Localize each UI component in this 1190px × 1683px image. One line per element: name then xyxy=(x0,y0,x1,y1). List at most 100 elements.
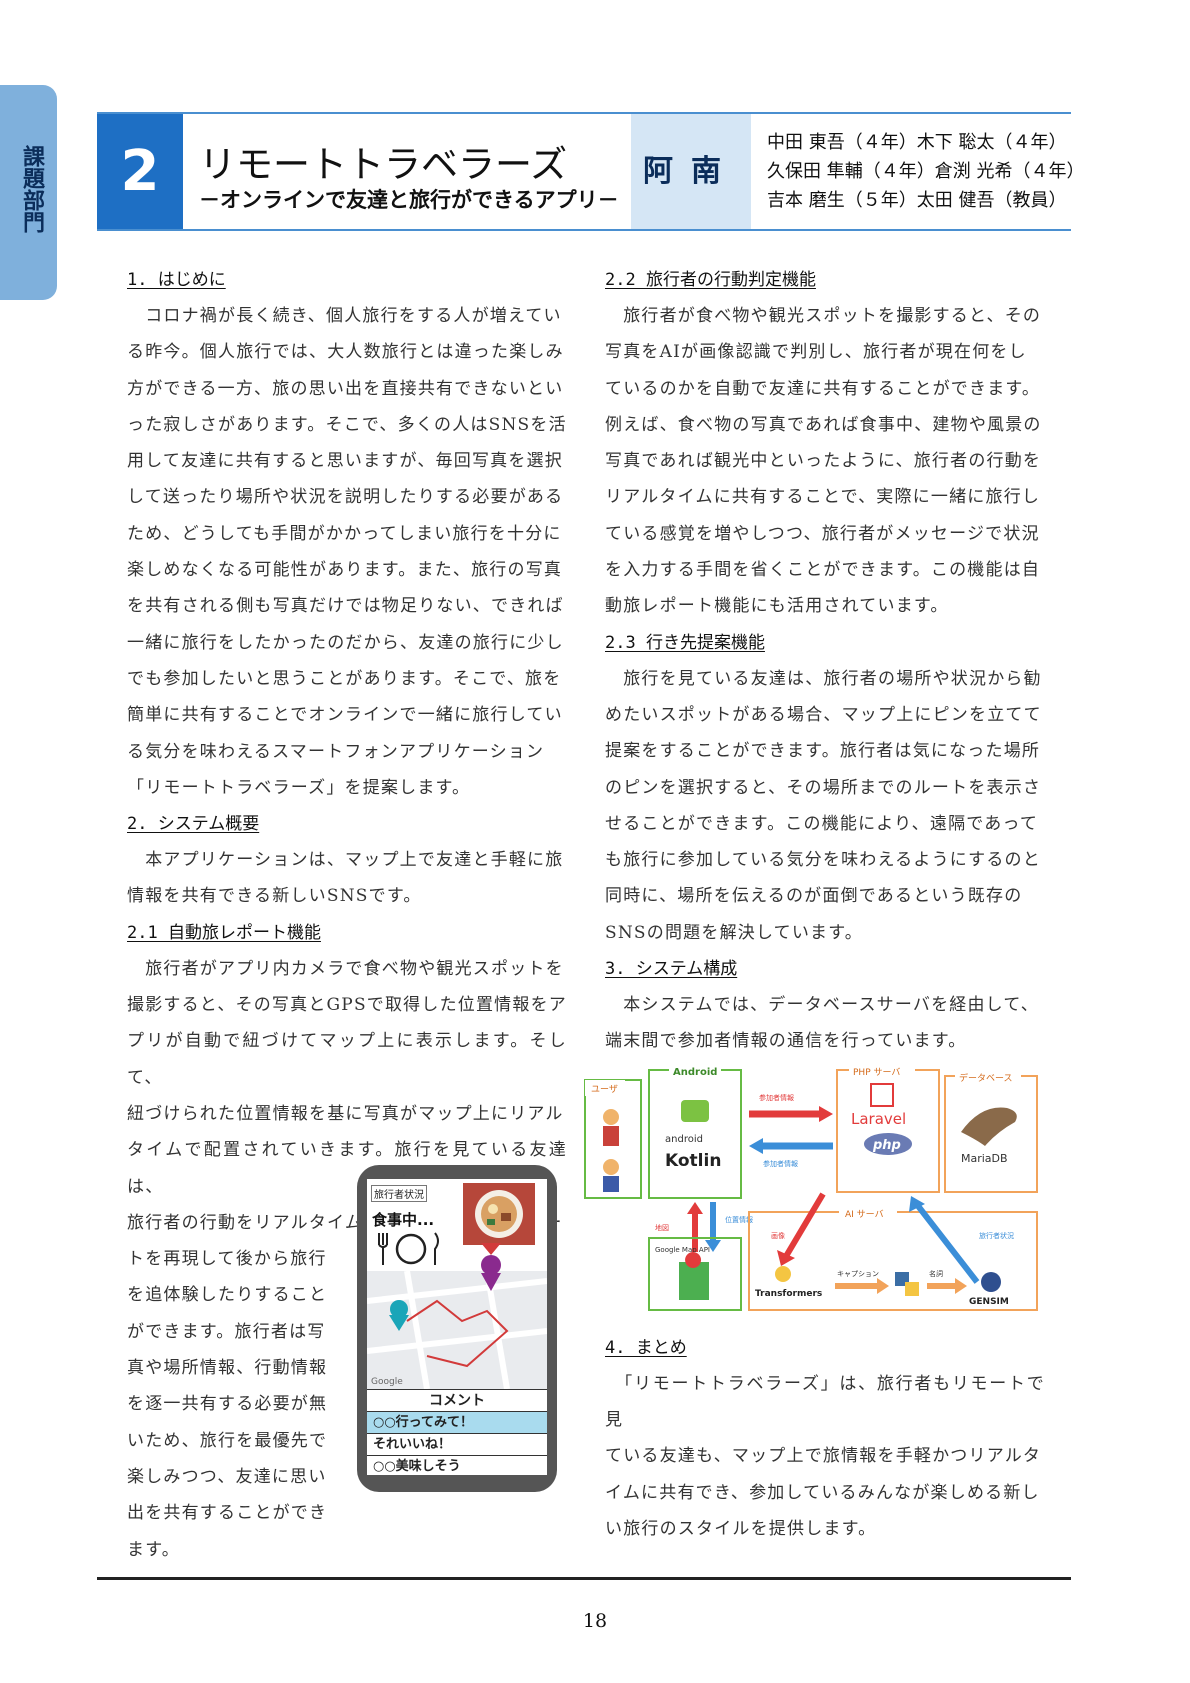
text-line: 楽しみつつ、友達に思い xyxy=(127,1466,327,1487)
google-map-api-label: Google Map API xyxy=(655,1246,710,1254)
gensim-icon xyxy=(981,1272,1001,1292)
text-line: イムに共有でき、参加しているみんなが楽しめる新し xyxy=(605,1482,1040,1503)
text-line: めたいスポットがある場合、マップ上にピンを立てて xyxy=(605,704,1042,725)
intro-body: コロナ禍が長く続き、個人旅行をする人が増えてい る昨今。個人旅行では、大人数旅行… xyxy=(127,298,567,806)
text-line: 動旅レポート機能にも活用されています。 xyxy=(605,596,949,617)
text-line: を追体験したりすること xyxy=(127,1285,328,1306)
map-view[interactable] xyxy=(367,1243,547,1390)
google-logo: Google xyxy=(371,1377,403,1387)
text-line: 真や場所情報、行動情報 xyxy=(127,1358,328,1379)
traveler-icon xyxy=(603,1109,619,1125)
text-line: コロナ禍が長く続き、個人旅行をする人が増えてい xyxy=(127,306,562,326)
text-line: る気分を味わえるスマートフォンアプリケーション xyxy=(127,741,545,762)
phone-mockup: 旅行者状況 食事中... Google コメント ○○行ってみて！ それいいね！… xyxy=(357,1165,557,1492)
text-line: 方ができる一方、旅の思い出を直接共有できないとい xyxy=(127,378,564,399)
text-line: のピンを選択すると、その場所までのルートを表示さ xyxy=(605,777,1042,798)
member-line: 久保田 隼輔（４年）倉渕 光希（４年） xyxy=(767,161,1085,182)
comment-item[interactable]: それいいね！ xyxy=(367,1433,547,1455)
right-column: 2.2 旅行者の行動判定機能 旅行者が食べ物や観光スポットを撮影すると、その 写… xyxy=(605,262,1045,1547)
text-line: ているのかを自動で友達に共有することができます。 xyxy=(605,378,1041,399)
text-line: 一緒に旅行をしたかったのだから、友達の旅行に少し xyxy=(127,632,564,653)
narrow-text-block: トを再現して後から旅行 を追体験したりすること ができます。旅行者は写 真や場所… xyxy=(127,1241,337,1568)
section-heading-system-overview: 2. システム概要 xyxy=(127,814,260,835)
text-line: 情報を共有できる新しいSNSです。 xyxy=(127,886,422,907)
category-side-tab: 課題部門 xyxy=(0,85,57,300)
comment-item[interactable]: ○○美味しそう xyxy=(367,1455,547,1475)
laravel-label: Laravel xyxy=(851,1110,906,1128)
text-line: 「リモートトラベラーズ」を提案します。 xyxy=(127,777,471,798)
eating-status: 食事中... xyxy=(372,1211,435,1229)
android-robot-icon xyxy=(681,1100,709,1122)
category-label: 課題部門 xyxy=(19,145,44,233)
location-pin-icon xyxy=(389,1300,409,1331)
text-line: プリが自動で紐づけてマップ上に表示します。そして、 xyxy=(127,1031,567,1088)
text-line: 出を共有することができ xyxy=(127,1503,328,1524)
section-heading-action-detection: 2.2 旅行者の行動判定機能 xyxy=(605,270,816,290)
text-line: ている友達も、マップ上で旅情報を手軽かつリアルタ xyxy=(605,1446,1042,1467)
text-line: 簡単に共有することでオンラインで一緒に旅行してい xyxy=(127,705,563,726)
text-line: ため、どうしても手間がかかってしまい旅行を十分に xyxy=(127,523,562,544)
friend-icon xyxy=(603,1159,619,1175)
text-line: リアルタイムに共有することで、実際に一緒に旅行し xyxy=(605,487,1041,508)
php-server-label: PHP サーバ xyxy=(853,1067,900,1078)
section-heading-intro: 1. はじめに xyxy=(127,270,226,290)
footer-rule xyxy=(97,1577,1071,1580)
traveler-status-label: 旅行者状況 xyxy=(979,1231,1014,1240)
page-number: 18 xyxy=(582,1610,608,1632)
text-line: 紐づけられた位置情報を基に写真がマップ上にリアル xyxy=(127,1103,564,1124)
text-line: い旅行のスタイルを提供します。 xyxy=(605,1518,877,1539)
image-label: 画像 xyxy=(771,1231,785,1240)
text-line: を入力する手間を省くことができます。この機能は自 xyxy=(605,560,1041,581)
text-line: 提案をすることができます。旅行者は気になった場所 xyxy=(605,741,1041,762)
comment-title: コメント xyxy=(367,1389,547,1412)
mariadb-label: MariaDB xyxy=(961,1152,1008,1165)
php-server-box xyxy=(836,1069,940,1193)
php-label: php xyxy=(872,1138,901,1153)
text-line: せることができます。この機能により、遠隔であって xyxy=(605,813,1039,834)
caption-label: キャプション xyxy=(837,1270,879,1278)
ramen-icon xyxy=(475,1190,523,1238)
member-list: 中田 東吾（４年）木下 聡太（４年） 久保田 隼輔（４年）倉渕 光希（４年） 吉… xyxy=(767,128,1084,215)
mariadb-seal-icon xyxy=(961,1107,1017,1146)
transformers-label: Transformers xyxy=(755,1289,822,1299)
gensim-label: GENSIM xyxy=(969,1297,1009,1307)
text-line: して送ったり場所や状況を説明したりする必要がある xyxy=(127,487,564,508)
text-line: 本アプリケーションは、マップ上で友達と手軽に旅 xyxy=(127,850,564,871)
text-line: 「リモートトラベラーズ」は、旅行者もリモートで見 xyxy=(605,1373,1045,1430)
photo-pin-icon xyxy=(481,1243,501,1291)
android-word: android xyxy=(665,1134,703,1145)
kotlin-label: Kotlin xyxy=(665,1151,721,1171)
map-label: 地図 xyxy=(655,1223,669,1232)
participant-info-label: 参加者情報 xyxy=(763,1159,798,1168)
text-line: 写真であれば観光中といったように、旅行者の行動を xyxy=(605,451,1042,472)
user-label: ユーザ xyxy=(591,1084,618,1095)
article-subtitle: －オンラインで友達と旅行ができるアプリ－ xyxy=(199,188,619,212)
text-line: る昨今。個人旅行では、大人数旅行とは違った楽しみ xyxy=(127,342,564,363)
laravel-logo-icon xyxy=(870,1083,894,1107)
member-line: 中田 東吾（４年）木下 聡太（４年） xyxy=(767,132,1067,153)
category-label: 名詞 xyxy=(929,1269,943,1278)
text-line: 写真をAIが画像認識で判別し、旅行者が現在何をし xyxy=(605,342,1027,363)
text-line: いため、旅行を最優先で xyxy=(127,1430,328,1451)
system-architecture-diagram: ユーザ Android android Kotlin 参加者情報 参加者情報 P… xyxy=(584,1064,1038,1311)
text-line: 端末間で参加者情報の通信を行っています。 xyxy=(605,1031,967,1052)
text-line: でも参加したいと思うことがあります。そこで、旅を xyxy=(127,668,562,689)
text-line: 旅行を見ている友達は、旅行者の場所や状況から勧 xyxy=(605,668,1042,689)
text-line: った寂しさがあります。そこで、多くの人はSNSを活 xyxy=(127,414,567,435)
section-heading-auto-report: 2.1 自動旅レポート機能 xyxy=(127,922,321,943)
text-line: トを再現して後から旅行 xyxy=(127,1249,327,1270)
phone-screen: 旅行者状況 食事中... Google コメント ○○行ってみて！ それいいね！… xyxy=(367,1179,547,1475)
section-heading-summary: 4. まとめ xyxy=(605,1337,687,1358)
arrow-traveler-status xyxy=(912,1200,980,1284)
traveler-status-label: 旅行者状況 xyxy=(371,1185,427,1202)
ai-server-label: AI サーバ xyxy=(845,1209,884,1220)
text-line: を逐一共有する必要が無 xyxy=(127,1394,328,1415)
school-name: 阿南 xyxy=(631,114,751,229)
comment-item[interactable]: ○○行ってみて！ xyxy=(367,1411,547,1433)
text-line: 用して友達に共有すると思いますが、毎回写真を選択 xyxy=(127,451,563,472)
article-header: 2 リモートトラベラーズ －オンラインで友達と旅行ができるアプリ－ 阿南 中田 … xyxy=(97,112,1084,231)
text-line: ている感覚を増やしつつ、旅行者がメッセージで状況 xyxy=(605,523,1040,544)
section-heading-system-architecture: 3. システム構成 xyxy=(605,959,738,980)
text-line: 楽しめなくなる可能性があります。また、旅行の写真 xyxy=(127,560,563,581)
article-number: 2 xyxy=(97,114,183,229)
